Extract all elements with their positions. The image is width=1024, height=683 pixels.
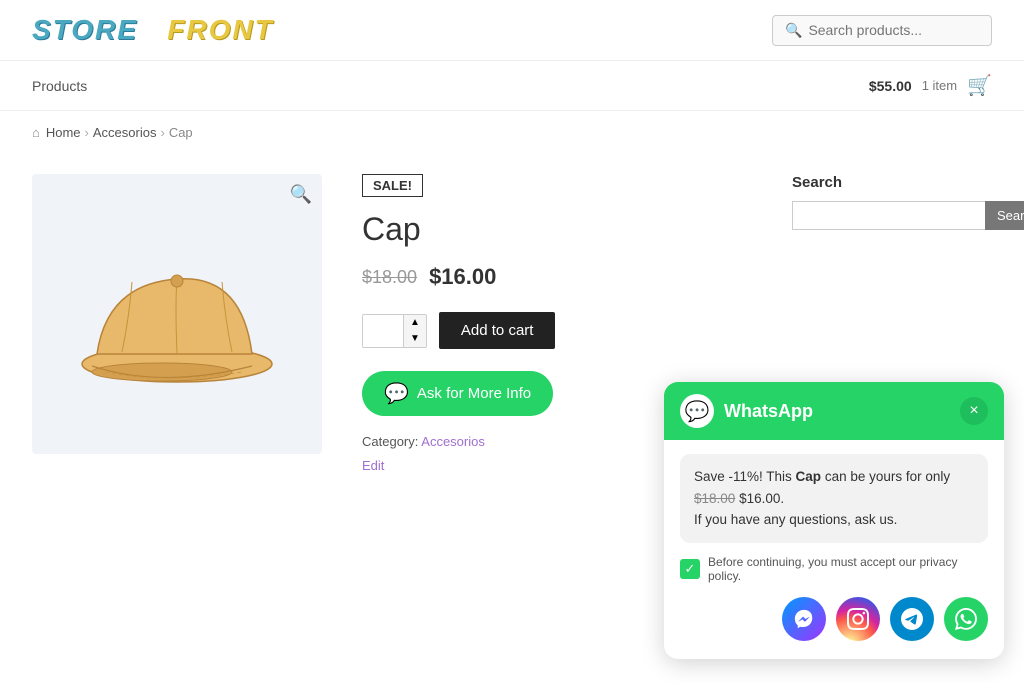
quantity-arrows: ▲ ▼ — [403, 315, 426, 347]
sale-price: $16.00 — [429, 264, 496, 290]
product-title: Cap — [362, 211, 752, 248]
logo-front-text: FRONT — [167, 14, 273, 45]
instagram-icon[interactable] — [836, 597, 880, 641]
whatsapp-popup-logo: 💬 — [680, 394, 714, 428]
wa-msg-part3: If you have any questions, ask us. — [694, 512, 897, 527]
whatsapp-contact-icon[interactable] — [944, 597, 988, 641]
ask-more-info-button[interactable]: 💬 Ask for More Info — [362, 371, 553, 416]
sidebar-search-button[interactable]: Search — [985, 201, 1024, 230]
sidebar-search-title: Search — [792, 174, 992, 191]
whatsapp-icon: 💬 — [384, 381, 409, 406]
add-to-cart-button[interactable]: Add to cart — [439, 312, 556, 349]
quantity-stepper[interactable]: 1 ▲ ▼ — [362, 314, 427, 348]
header: STORE FRONT 🔍 — [0, 0, 1024, 61]
cart-icon[interactable]: 🛒 — [967, 73, 992, 98]
wa-msg-part1: Save -11%! This Cap can be yours for onl… — [694, 469, 950, 484]
quantity-cart-row: 1 ▲ ▼ Add to cart — [362, 312, 752, 349]
zoom-icon[interactable]: 🔍 — [290, 184, 312, 205]
breadcrumb-sep-2: › — [160, 125, 164, 140]
whatsapp-popup-close-button[interactable]: × — [960, 397, 988, 425]
messenger-icon[interactable] — [782, 597, 826, 641]
sidebar-search-row: Search — [792, 201, 992, 230]
whatsapp-privacy-row: ✓ Before continuing, you must accept our… — [680, 555, 988, 583]
whatsapp-social-icons — [680, 597, 988, 649]
wa-new-price: $16.00 — [739, 491, 780, 506]
whatsapp-popup: 💬 WhatsApp × Save -11%! This Cap can be … — [664, 382, 1004, 659]
privacy-checkbox[interactable]: ✓ — [680, 559, 700, 579]
breadcrumb: ⌂ Home › Accesorios › Cap — [0, 111, 1024, 154]
original-price: $18.00 — [362, 267, 417, 288]
logo: STORE FRONT — [32, 14, 274, 46]
navigation-bar: Products $55.00 1 item 🛒 — [0, 61, 1024, 111]
breadcrumb-current: Cap — [169, 125, 193, 140]
quantity-up-button[interactable]: ▲ — [404, 315, 426, 331]
breadcrumb-sep-1: › — [85, 125, 89, 140]
whatsapp-message-bubble: Save -11%! This Cap can be yours for onl… — [680, 454, 988, 543]
telegram-icon[interactable] — [890, 597, 934, 641]
quantity-input-field[interactable]: 1 — [363, 315, 403, 347]
category-link[interactable]: Accesorios — [421, 434, 485, 449]
price-container: $18.00 $16.00 — [362, 264, 752, 290]
category-label: Category: — [362, 434, 418, 449]
wa-old-price: $18.00 — [694, 491, 735, 506]
whatsapp-popup-body: Save -11%! This Cap can be yours for onl… — [664, 440, 1004, 659]
edit-link[interactable]: Edit — [362, 458, 384, 473]
breadcrumb-home[interactable]: Home — [46, 125, 81, 140]
privacy-text: Before continuing, you must accept our p… — [708, 555, 988, 583]
ask-more-label: Ask for More Info — [417, 385, 531, 402]
products-nav-link[interactable]: Products — [32, 78, 87, 94]
sidebar-search-input[interactable] — [792, 201, 985, 230]
product-image-container: 🔍 — [32, 174, 322, 454]
home-icon: ⌂ — [32, 125, 40, 140]
product-image — [67, 224, 287, 404]
breadcrumb-category[interactable]: Accesorios — [93, 125, 157, 140]
cart-summary: $55.00 1 item 🛒 — [869, 73, 992, 98]
header-search-input[interactable] — [808, 22, 979, 38]
sale-badge: SALE! — [362, 174, 423, 197]
cart-items-count: 1 item — [922, 78, 957, 93]
cart-price: $55.00 — [869, 78, 912, 94]
header-search-bar[interactable]: 🔍 — [772, 15, 992, 46]
whatsapp-popup-title: WhatsApp — [724, 401, 950, 422]
whatsapp-popup-header: 💬 WhatsApp × — [664, 382, 1004, 440]
search-icon: 🔍 — [785, 22, 802, 39]
quantity-down-button[interactable]: ▼ — [404, 331, 426, 347]
logo-store-text: STORE — [32, 14, 138, 45]
